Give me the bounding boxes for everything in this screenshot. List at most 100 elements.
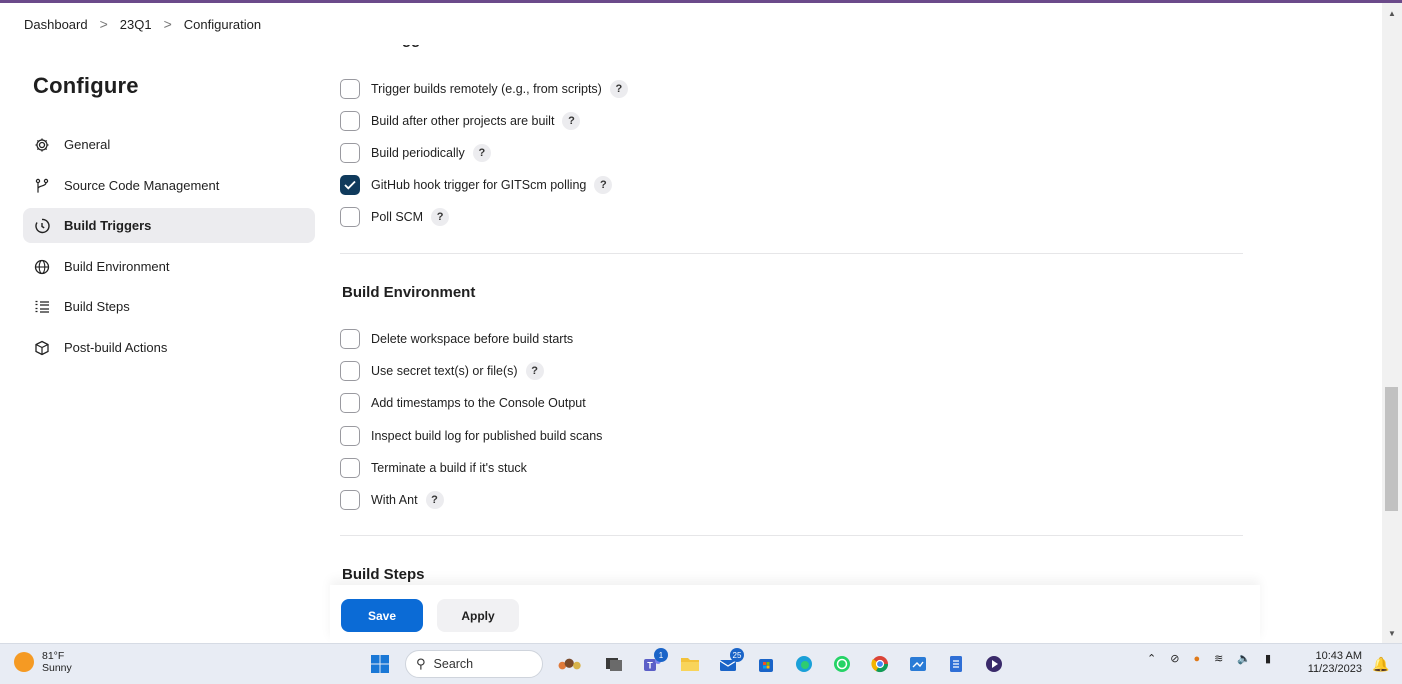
- option-add-timestamps[interactable]: Add timestamps to the Console Output: [340, 392, 586, 414]
- option-with-ant[interactable]: With Ant ?: [340, 489, 444, 511]
- teams-icon[interactable]: T 1: [639, 648, 668, 677]
- sidebar-item-label: Build Environment: [64, 259, 170, 274]
- weather-description: Sunny: [42, 662, 72, 674]
- volume-icon[interactable]: 🔈: [1237, 652, 1251, 665]
- search-placeholder: Search: [433, 657, 474, 671]
- help-icon[interactable]: ?: [431, 208, 450, 226]
- chevron-up-icon[interactable]: ⌃: [1147, 652, 1156, 665]
- checkbox-checked[interactable]: [340, 175, 360, 195]
- taskbar-clock[interactable]: 10:43 AM 11/23/2023: [1300, 650, 1362, 676]
- taskbar-search-box[interactable]: ⚲ Search: [405, 650, 543, 678]
- option-poll-scm[interactable]: Poll SCM ?: [340, 206, 450, 228]
- task-view-icon[interactable]: [601, 651, 627, 677]
- option-trigger-remotely[interactable]: Trigger builds remotely (e.g., from scri…: [340, 78, 628, 100]
- sidebar-item-post-build-actions[interactable]: Post-build Actions: [23, 330, 315, 365]
- checkbox[interactable]: [340, 361, 360, 381]
- option-label: Build after other projects are built: [371, 114, 555, 128]
- wifi-icon[interactable]: ≋: [1214, 652, 1223, 665]
- sidebar-item-source-code-management[interactable]: Source Code Management: [23, 168, 315, 203]
- section-divider: [340, 253, 1243, 254]
- section-divider: [340, 535, 1243, 536]
- checkbox[interactable]: [340, 143, 360, 163]
- scroll-up-arrow-icon[interactable]: ▲: [1382, 5, 1402, 21]
- breadcrumb-separator-icon: >: [99, 16, 108, 32]
- help-icon[interactable]: ?: [562, 112, 581, 130]
- notification-bell-icon[interactable]: 🔔: [1372, 656, 1389, 673]
- breadcrumb-dashboard[interactable]: Dashboard: [24, 17, 88, 32]
- sidebar-item-build-environment[interactable]: Build Environment: [23, 249, 315, 284]
- option-build-after-other-projects[interactable]: Build after other projects are built ?: [340, 110, 581, 132]
- breadcrumb-job[interactable]: 23Q1: [120, 17, 152, 32]
- breadcrumb-configuration[interactable]: Configuration: [184, 17, 261, 32]
- network-disconnected-icon[interactable]: ⊘: [1170, 652, 1179, 665]
- option-label: Trigger builds remotely (e.g., from scri…: [371, 82, 602, 96]
- widget-figures-icon[interactable]: [557, 651, 583, 677]
- sidebar-item-build-steps[interactable]: Build Steps: [23, 289, 315, 324]
- vertical-scrollbar[interactable]: ▲ ▼: [1382, 3, 1402, 643]
- sidebar-item-label: Build Steps: [64, 299, 130, 314]
- scrollbar-thumb[interactable]: [1385, 387, 1398, 511]
- help-icon[interactable]: ?: [609, 80, 628, 98]
- battery-icon[interactable]: ▮: [1265, 652, 1271, 665]
- file-explorer-icon[interactable]: [677, 651, 703, 677]
- chrome-icon[interactable]: [867, 651, 893, 677]
- option-inspect-build-log[interactable]: Inspect build log for published build sc…: [340, 425, 602, 447]
- notepad-icon[interactable]: [943, 651, 969, 677]
- whatsapp-icon[interactable]: [829, 651, 855, 677]
- checkbox[interactable]: [340, 111, 360, 131]
- save-button[interactable]: Save: [341, 599, 423, 632]
- checkmark-icon: [344, 180, 356, 190]
- scroll-down-arrow-icon[interactable]: ▼: [1382, 625, 1402, 641]
- page-title: Configure: [33, 73, 139, 98]
- option-label: Add timestamps to the Console Output: [371, 396, 586, 410]
- windows-start-icon[interactable]: [367, 651, 393, 677]
- sidebar-item-label: Post-build Actions: [64, 340, 168, 355]
- sidebar-item-label: General: [64, 137, 111, 152]
- help-icon[interactable]: ?: [594, 176, 613, 194]
- checkbox[interactable]: [340, 393, 360, 413]
- apply-button[interactable]: Apply: [437, 599, 519, 632]
- help-icon[interactable]: ?: [425, 491, 444, 509]
- sidebar-item-build-triggers[interactable]: Build Triggers: [23, 208, 315, 243]
- help-icon[interactable]: ?: [472, 144, 491, 162]
- store-icon[interactable]: [753, 651, 779, 677]
- mail-icon[interactable]: 25: [715, 648, 744, 677]
- option-label: With Ant: [371, 493, 418, 507]
- help-icon[interactable]: ?: [525, 362, 544, 380]
- color-app-icon[interactable]: ●: [1193, 653, 1200, 665]
- clock-icon: [33, 217, 51, 235]
- option-use-secret-text[interactable]: Use secret text(s) or file(s) ?: [340, 360, 544, 382]
- media-player-icon[interactable]: [981, 651, 1007, 677]
- list-icon: [33, 298, 51, 316]
- teams-badge: 1: [654, 648, 668, 662]
- option-terminate-stuck-build[interactable]: Terminate a build if it's stuck: [340, 457, 527, 479]
- config-form: Build Triggers Trigger builds remotely (…: [340, 45, 1245, 585]
- option-delete-workspace[interactable]: Delete workspace before build starts: [340, 328, 573, 350]
- gear-icon: [33, 136, 51, 154]
- checkbox[interactable]: [340, 207, 360, 227]
- branch-icon: [33, 177, 51, 195]
- checkbox[interactable]: [340, 426, 360, 446]
- option-label: Use secret text(s) or file(s): [371, 364, 518, 378]
- option-label: Poll SCM: [371, 210, 424, 224]
- checkbox[interactable]: [340, 79, 360, 99]
- edge-browser-icon[interactable]: [791, 651, 817, 677]
- breadcrumb: Dashboard > 23Q1 > Configuration: [0, 3, 1382, 45]
- option-build-periodically[interactable]: Build periodically ?: [340, 142, 491, 164]
- sidebar-item-general[interactable]: General: [23, 127, 315, 162]
- section-title-build-environment: Build Environment: [342, 284, 476, 301]
- option-github-hook-trigger[interactable]: GitHub hook trigger for GITScm polling ?: [340, 174, 613, 196]
- system-tray: ⌃ ⊘ ● ≋ 🔈 ▮: [1147, 652, 1285, 666]
- windows-taskbar: 81°F Sunny ⚲ Search T 1 25 ⌃ ⊘ ● ≋ 🔈 ▮ 1…: [0, 643, 1402, 684]
- sidebar-item-label: Source Code Management: [64, 178, 220, 193]
- breadcrumb-separator-icon: >: [163, 16, 172, 32]
- clock-date: 11/23/2023: [1307, 663, 1362, 675]
- checkbox[interactable]: [340, 490, 360, 510]
- weather-widget[interactable]: 81°F Sunny: [14, 650, 72, 674]
- checkbox[interactable]: [340, 458, 360, 478]
- snipping-tool-icon[interactable]: [905, 651, 931, 677]
- option-label: Inspect build log for published build sc…: [371, 429, 603, 443]
- checkbox[interactable]: [340, 329, 360, 349]
- package-icon: [33, 339, 51, 357]
- globe-icon: [33, 258, 51, 276]
